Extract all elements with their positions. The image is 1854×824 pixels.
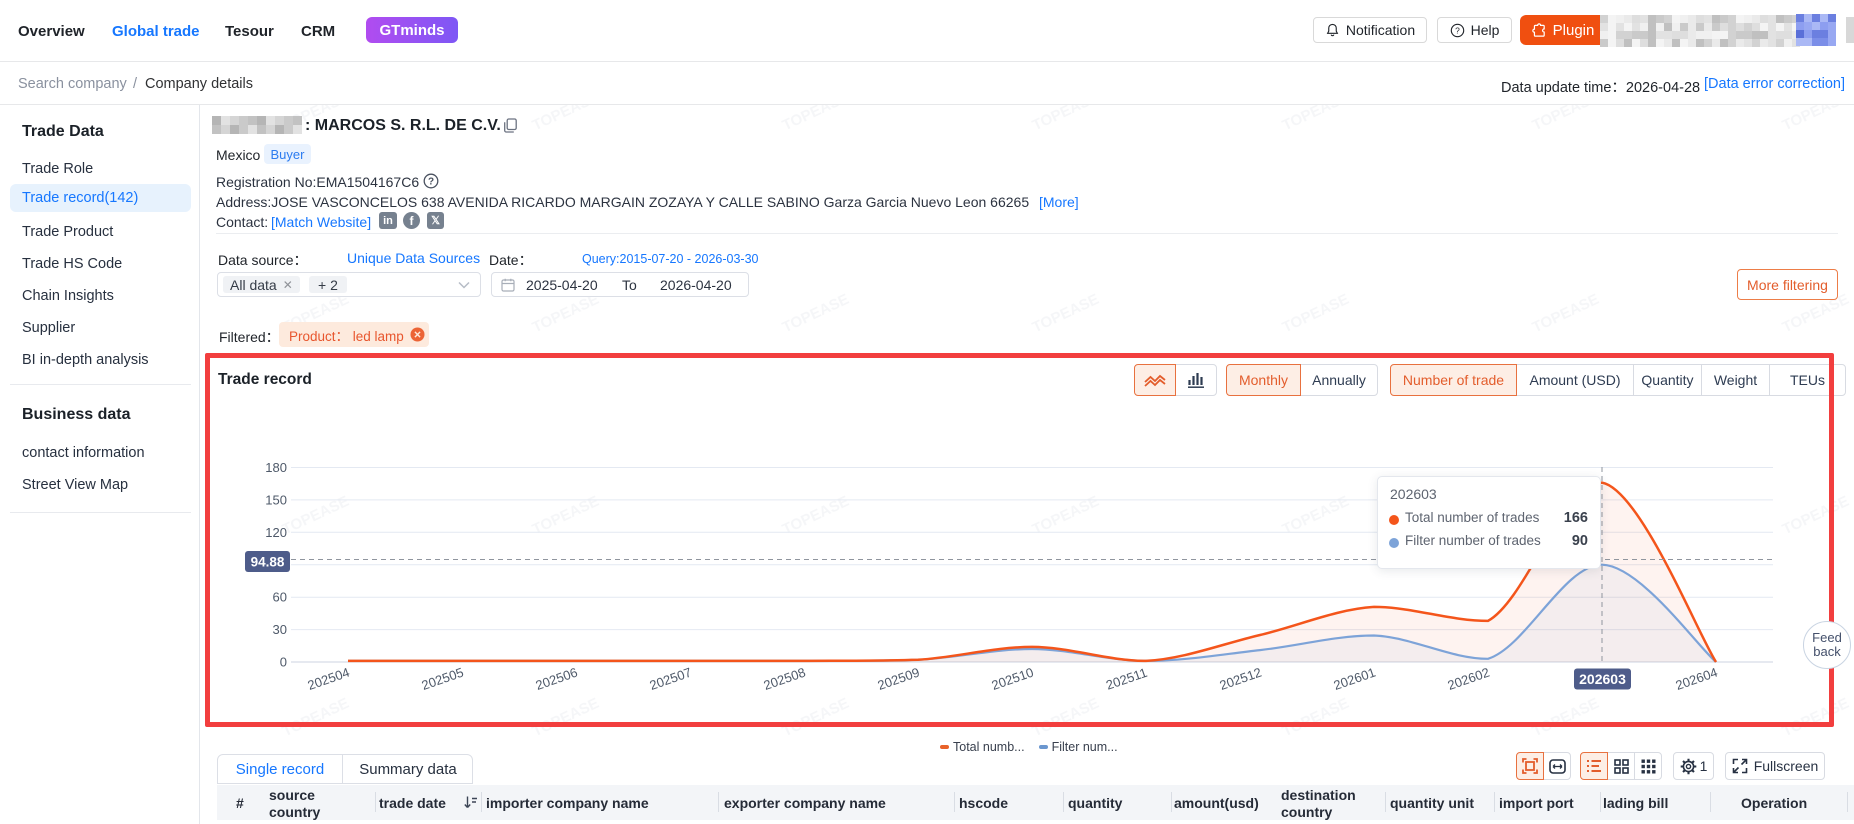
svg-text:?: ?: [1455, 25, 1460, 35]
